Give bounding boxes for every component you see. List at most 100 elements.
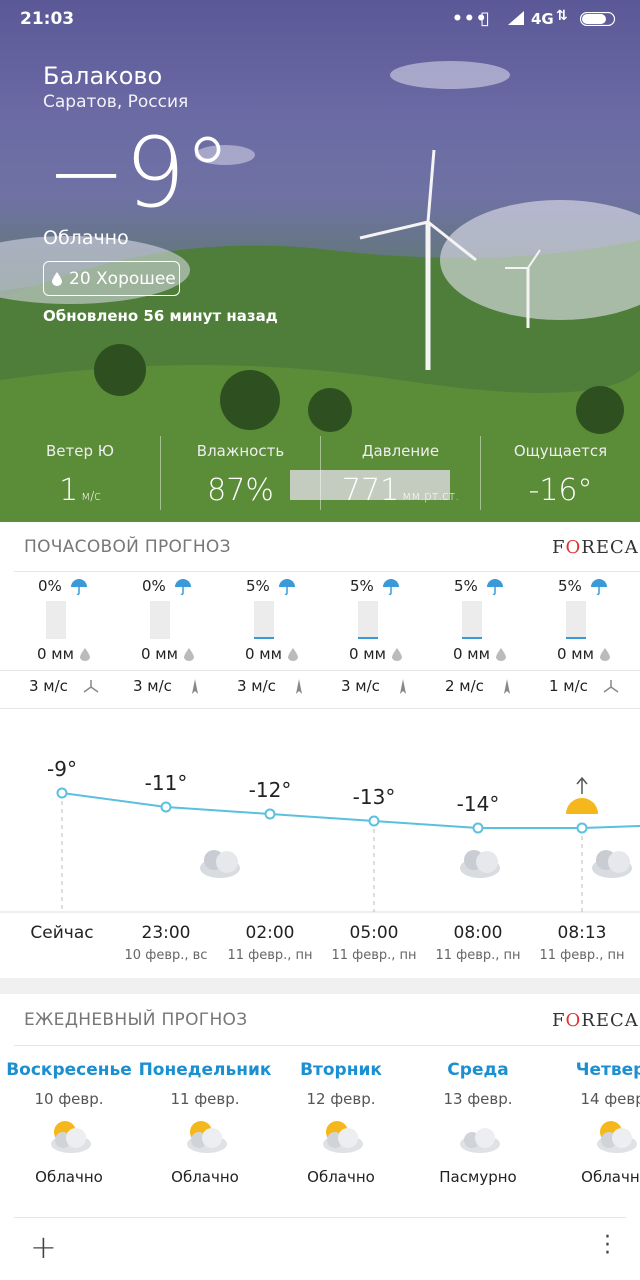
wind-arrow-icon <box>504 679 510 694</box>
vibrate-icon: ▯ <box>480 8 490 29</box>
divider <box>0 708 640 709</box>
divider <box>14 1045 640 1046</box>
current-condition: Облачно <box>43 227 129 249</box>
more-menu-icon[interactable]: · · · <box>604 1227 611 1265</box>
hero-panel: 21:03 ••• ▯ 4G ⇅ Балаково Саратов, Росси… <box>0 0 640 522</box>
updated-text: Обновлено 56 минут назад <box>43 307 278 325</box>
umbrella-icon <box>175 579 191 596</box>
logo-part: F <box>552 537 566 558</box>
precip-percent: 5% <box>558 577 582 595</box>
drop-icon <box>392 648 402 661</box>
temperature-point <box>264 808 276 820</box>
temperature-label: -11° <box>144 771 188 795</box>
temperature-label: -12° <box>248 778 292 802</box>
wind-speed: 3 м/с <box>341 677 380 695</box>
day-date: 10 февр. <box>34 1090 104 1108</box>
status-time: 21:03 <box>20 9 75 29</box>
city-name[interactable]: Балаково <box>43 62 162 90</box>
day-column[interactable]: Воскресенье 10 февр. Облачно <box>1 1060 137 1186</box>
precip-bar <box>566 601 586 639</box>
precip-bar <box>462 601 482 639</box>
stat-wind: Ветер Ю 1 м/с <box>0 436 160 510</box>
signal-icon <box>508 11 524 25</box>
data-arrows-icon: ⇅ <box>556 8 568 24</box>
stats-row: Ветер Ю 1 м/с Влажность 87% Давление 771 м… <box>0 436 640 510</box>
wind-speed: 3 м/с <box>237 677 276 695</box>
precip-percent: 5% <box>454 577 478 595</box>
hour-label: Сейчас <box>30 923 94 943</box>
wind-speed: 1 м/с <box>549 677 588 695</box>
day-condition: Облачно <box>307 1168 375 1186</box>
temperature-label: -14° <box>456 792 500 816</box>
temperature-point <box>368 815 380 827</box>
temperature-point <box>472 822 484 834</box>
stat-unit: м/с <box>81 489 101 503</box>
wind-speed: 3 м/с <box>133 677 172 695</box>
precip-percent: 0% <box>38 577 62 595</box>
day-column[interactable]: Четверг 14 февр. Облачно <box>547 1060 640 1186</box>
stat-label: Влажность <box>196 442 285 460</box>
precip-bar <box>46 601 66 639</box>
temperature-point <box>56 787 68 799</box>
stat-pressure: Давление 771 мм.рт.ст. <box>320 436 480 510</box>
hour-date: 11 февр., пн <box>331 948 417 963</box>
umbrella-icon <box>383 579 399 596</box>
precip-bar-fill <box>462 637 482 639</box>
turbine-icon <box>603 680 619 693</box>
wind-arrow-icon <box>400 679 406 694</box>
cloud-icon <box>592 850 632 878</box>
overcast-icon <box>460 1128 500 1153</box>
day-name: Понедельник <box>138 1060 272 1080</box>
day-condition: Облачно <box>35 1168 103 1186</box>
day-name: Вторник <box>300 1060 382 1080</box>
logo-part: O <box>565 1010 582 1031</box>
drop-icon <box>80 648 90 661</box>
day-column[interactable]: Вторник 12 февр. Облачно <box>273 1060 409 1186</box>
stat-value: 771 <box>341 473 400 508</box>
hour-label: 08:00 <box>453 923 503 943</box>
air-quality-text: 20 Хорошее <box>69 268 176 289</box>
hour-date: 11 февр., пн <box>227 948 313 963</box>
partly-cloudy-icon <box>51 1121 91 1153</box>
divider <box>14 1217 626 1218</box>
section-gap <box>0 978 640 994</box>
stat-value: 87% <box>207 473 274 508</box>
add-location-button[interactable]: + <box>30 1228 57 1266</box>
hour-label: 05:00 <box>349 923 399 943</box>
stat-humidity: Влажность 87% <box>160 436 320 510</box>
precip-amount: 0 мм <box>453 645 490 663</box>
hour-label: 23:00 <box>141 923 191 943</box>
day-column[interactable]: Понедельник 11 февр. Облачно <box>137 1060 273 1186</box>
sunrise-icon <box>566 776 598 814</box>
hour-date: 10 февр., вс <box>124 948 208 963</box>
status-bar: 21:03 ••• ▯ 4G ⇅ <box>0 0 640 38</box>
region-name: Саратов, Россия <box>43 92 189 112</box>
drop-icon <box>184 648 194 661</box>
day-date: 13 февр. <box>443 1090 513 1108</box>
divider <box>14 571 640 572</box>
day-date: 11 февр. <box>170 1090 240 1108</box>
foreca-logo[interactable]: FORECA <box>552 1010 639 1031</box>
partly-cloudy-icon <box>187 1121 227 1153</box>
day-name: Воскресенье <box>6 1060 132 1080</box>
foreca-logo[interactable]: FORECA <box>552 537 639 558</box>
stat-label: Ощущается <box>513 442 608 460</box>
day-column[interactable]: Среда 13 февр. Пасмурно <box>410 1060 546 1186</box>
precip-bar-fill <box>358 637 378 639</box>
divider <box>0 670 640 671</box>
temperature-point <box>576 822 588 834</box>
umbrella-icon <box>487 579 503 596</box>
logo-part: O <box>565 537 582 558</box>
daily-title: ЕЖЕДНЕВНЫЙ ПРОГНОЗ <box>24 1010 248 1030</box>
wind-speed: 2 м/с <box>445 677 484 695</box>
precip-amount: 0 мм <box>349 645 386 663</box>
day-date: 14 февр. <box>580 1090 640 1108</box>
precip-amount: 0 мм <box>557 645 594 663</box>
air-quality-badge[interactable]: 20 Хорошее <box>43 261 180 296</box>
day-condition: Облачно <box>581 1168 640 1186</box>
battery-icon <box>580 12 616 26</box>
day-name: Среда <box>447 1060 509 1080</box>
stat-label: Давление <box>361 442 440 460</box>
hour-date: 11 февр., пн <box>435 948 521 963</box>
wind-arrow-icon <box>296 679 302 694</box>
